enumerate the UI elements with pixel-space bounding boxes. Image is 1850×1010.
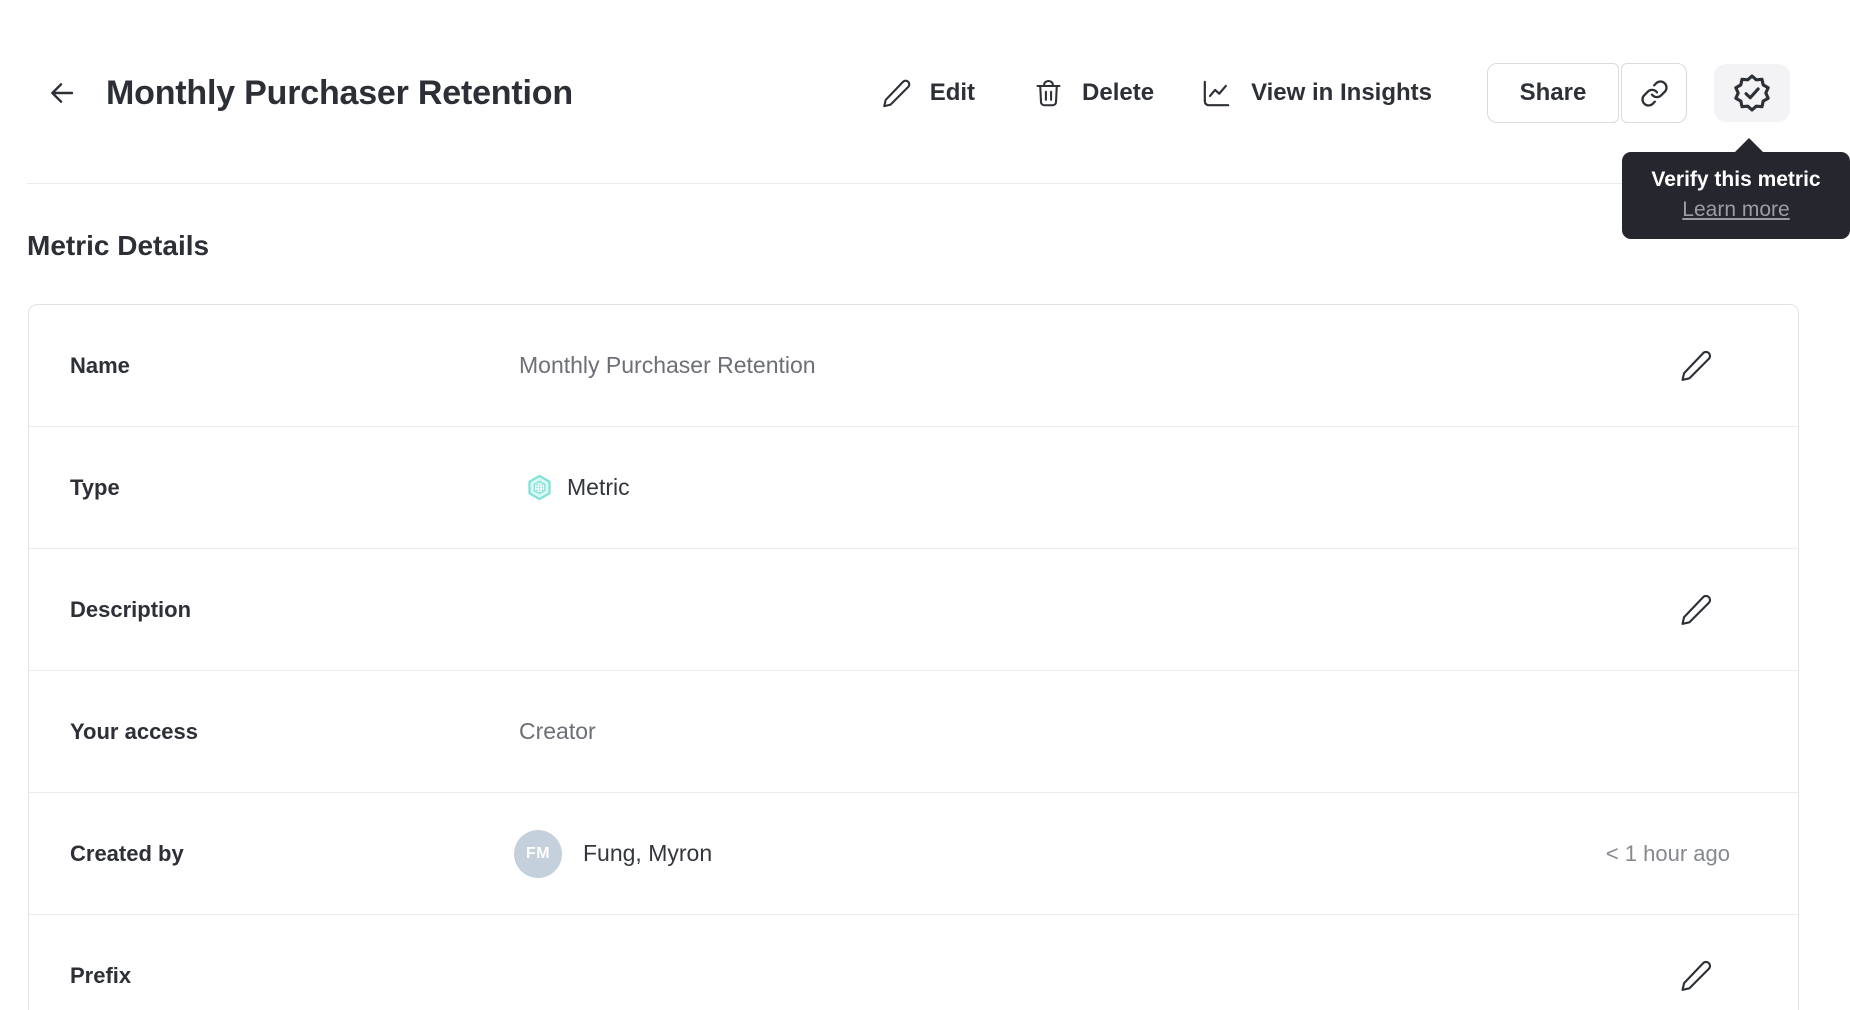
edit-label: Edit [929, 79, 976, 106]
row-description: Description [29, 549, 1798, 671]
avatar: FM [514, 829, 562, 878]
header-divider [27, 183, 1822, 184]
verified-badge-icon [1734, 74, 1770, 112]
row-type-value: Metric [567, 474, 630, 500]
edit-name-button[interactable] [1676, 346, 1716, 386]
metric-details-page: Monthly Purchaser Retention Edit Delete [0, 0, 1850, 1010]
share-label: Share [1519, 79, 1587, 106]
row-description-label: Description [70, 596, 192, 622]
copy-link-button[interactable] [1621, 63, 1687, 123]
row-your-access-label: Your access [70, 718, 199, 744]
trash-icon [1036, 79, 1061, 106]
line-chart-icon [1203, 80, 1230, 106]
row-your-access: Your access Creator [29, 671, 1798, 793]
view-in-insights-label: View in Insights [1251, 79, 1432, 106]
created-timestamp: < 1 hour ago [1605, 840, 1730, 866]
edit-description-button[interactable] [1676, 590, 1716, 630]
share-button[interactable]: Share [1487, 63, 1619, 123]
pencil-icon [1681, 960, 1712, 991]
tooltip-arrow [1734, 138, 1764, 153]
row-created-by: Created by FM Fung, Myron < 1 hour ago [29, 793, 1798, 915]
page-header: Monthly Purchaser Retention Edit Delete [0, 0, 1850, 184]
row-prefix-label: Prefix [70, 962, 132, 988]
row-created-by-label: Created by [70, 840, 184, 866]
verify-metric-button[interactable] [1714, 64, 1790, 122]
row-your-access-value: Creator [519, 718, 596, 744]
metric-hexagon-icon [528, 474, 551, 501]
pencil-icon [1681, 350, 1712, 381]
page-title: Monthly Purchaser Retention [106, 73, 573, 112]
row-prefix: Prefix [29, 915, 1798, 1010]
row-type-label: Type [70, 474, 120, 500]
edit-button[interactable]: Edit [881, 78, 975, 109]
pencil-icon [1681, 594, 1712, 625]
tooltip-title: Verify this metric [1651, 168, 1821, 191]
row-created-by-value: Fung, Myron [583, 840, 713, 866]
row-name: Name Monthly Purchaser Retention [29, 305, 1798, 427]
delete-label: Delete [1082, 79, 1155, 106]
verify-metric-tooltip: Verify this metric Learn more [1622, 138, 1850, 239]
edit-prefix-button[interactable] [1676, 956, 1716, 996]
arrow-left-icon [51, 83, 74, 103]
view-in-insights-button[interactable]: View in Insights [1200, 77, 1432, 110]
row-name-label: Name [70, 352, 130, 378]
delete-button[interactable]: Delete [1033, 78, 1154, 109]
row-name-value: Monthly Purchaser Retention [519, 352, 816, 378]
section-heading: Metric Details [27, 230, 210, 261]
back-button[interactable] [42, 73, 82, 113]
learn-more-link[interactable]: Learn more [1682, 198, 1789, 222]
pencil-icon [882, 79, 910, 107]
metric-details-card: Name Monthly Purchaser Retention Type Me… [28, 304, 1799, 1010]
link-icon [1640, 79, 1668, 107]
row-type: Type Metric [29, 427, 1798, 549]
